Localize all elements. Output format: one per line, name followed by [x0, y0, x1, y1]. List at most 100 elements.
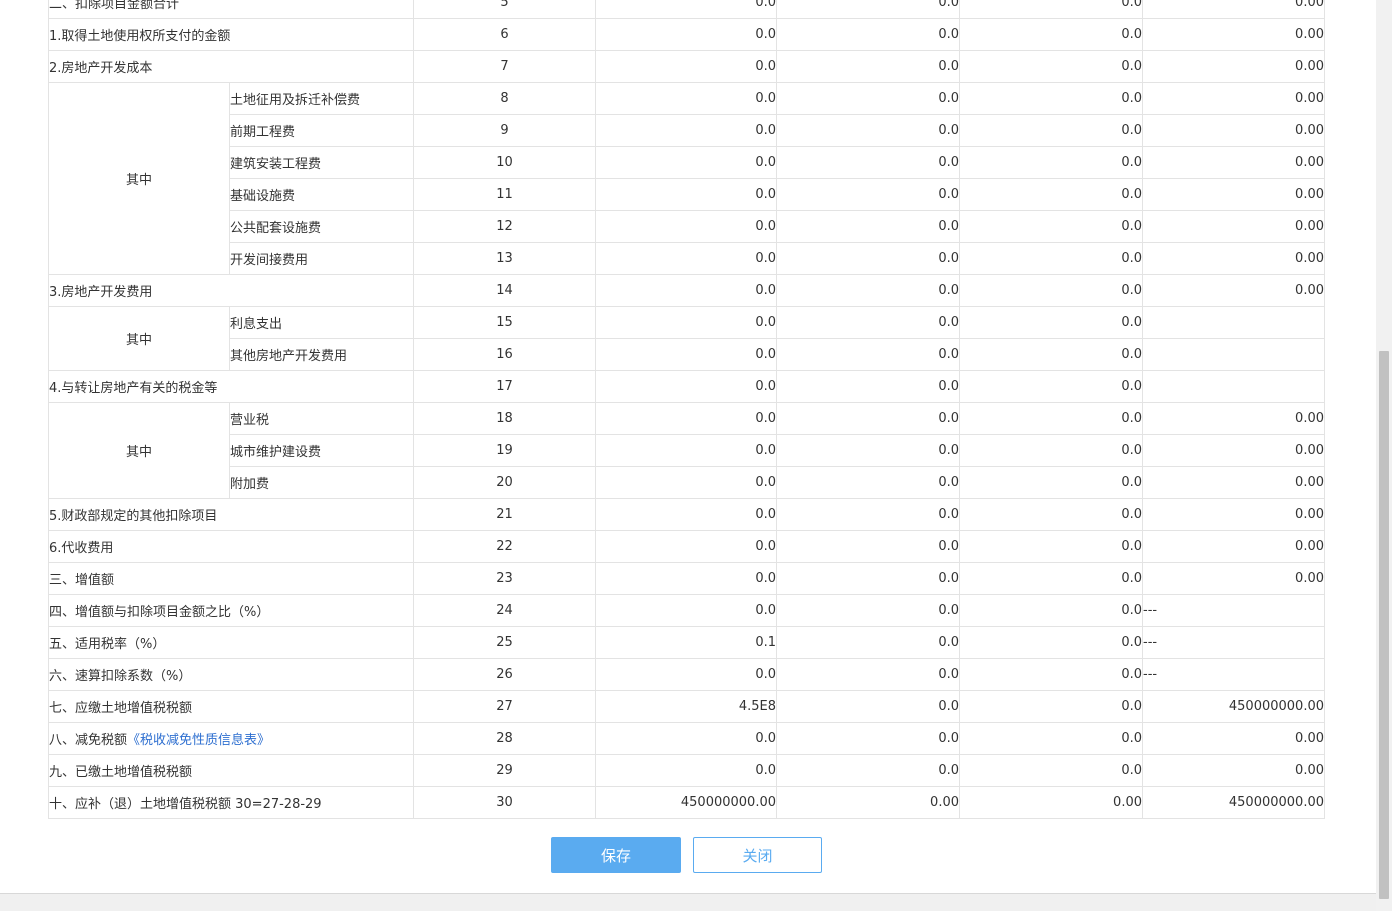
value-cell[interactable]: 0.0	[959, 658, 1143, 691]
value-cell[interactable]: 0.0	[959, 18, 1143, 51]
value-cell[interactable]: 0.0	[776, 146, 960, 179]
value-cell[interactable]: 0.1	[595, 626, 777, 659]
value-cell[interactable]: 0.0	[959, 178, 1143, 211]
value-cell[interactable]: 0.0	[595, 466, 777, 499]
value-cell[interactable]: 0.0	[959, 434, 1143, 467]
value-cell[interactable]: 0.0	[959, 114, 1143, 147]
value-cell[interactable]: 0.0	[959, 402, 1143, 435]
value-cell[interactable]: 0.00	[959, 786, 1143, 819]
value-cell[interactable]: 0.00	[1142, 722, 1325, 755]
value-cell[interactable]: 0.0	[595, 338, 777, 371]
value-cell[interactable]: 4.5E8	[595, 690, 777, 723]
value-cell[interactable]: 0.0	[776, 498, 960, 531]
value-cell[interactable]: 0.0	[595, 434, 777, 467]
value-cell[interactable]: 0.0	[776, 402, 960, 435]
value-cell[interactable]: 0.0	[959, 594, 1143, 627]
value-cell[interactable]: 450000000.00	[595, 786, 777, 819]
value-cell[interactable]: 0.0	[776, 178, 960, 211]
value-cell[interactable]: 0.00	[1142, 210, 1325, 243]
value-cell[interactable]: 0.00	[1142, 530, 1325, 563]
value-cell[interactable]: 0.0	[595, 754, 777, 787]
value-cell[interactable]: 0.00	[1142, 562, 1325, 595]
value-cell[interactable]: 0.00	[1142, 466, 1325, 499]
value-cell[interactable]: 0.0	[959, 146, 1143, 179]
value-cell[interactable]: 0.0	[595, 594, 777, 627]
value-cell[interactable]: 0.00	[1142, 402, 1325, 435]
value-cell[interactable]: 0.0	[776, 370, 960, 403]
value-cell[interactable]: 0.00	[1142, 82, 1325, 115]
value-cell[interactable]: 0.0	[595, 274, 777, 307]
value-cell[interactable]: 0.0	[959, 754, 1143, 787]
value-cell[interactable]: 0.0	[776, 466, 960, 499]
value-cell[interactable]: 0.0	[595, 0, 777, 19]
close-button[interactable]: 关闭	[693, 837, 822, 873]
value-cell[interactable]: 0.0	[595, 498, 777, 531]
value-cell[interactable]: 0.0	[776, 594, 960, 627]
value-cell[interactable]: 0.0	[959, 498, 1143, 531]
value-cell[interactable]: 0.0	[959, 210, 1143, 243]
vertical-scrollbar[interactable]	[1376, 0, 1392, 911]
value-cell[interactable]: 0.0	[776, 274, 960, 307]
value-cell[interactable]: 0.0	[776, 754, 960, 787]
value-cell[interactable]: 0.0	[595, 530, 777, 563]
value-cell[interactable]: 0.0	[776, 338, 960, 371]
value-cell[interactable]: 0.00	[1142, 242, 1325, 275]
value-cell[interactable]: 0.0	[595, 242, 777, 275]
value-cell[interactable]: 450000000.00	[1142, 690, 1325, 723]
value-cell[interactable]: 0.0	[595, 50, 777, 83]
value-cell[interactable]: 0.00	[1142, 0, 1325, 19]
value-cell[interactable]: 0.0	[776, 242, 960, 275]
value-cell[interactable]: 0.0	[959, 466, 1143, 499]
value-cell[interactable]: 0.0	[776, 114, 960, 147]
value-cell[interactable]: 0.0	[959, 50, 1143, 83]
value-cell[interactable]: 0.0	[959, 338, 1143, 371]
value-cell[interactable]: 0.0	[776, 562, 960, 595]
value-cell[interactable]: 0.00	[1142, 498, 1325, 531]
value-cell[interactable]: 0.0	[776, 530, 960, 563]
value-cell[interactable]: 0.00	[1142, 178, 1325, 211]
value-cell[interactable]: 0.0	[595, 146, 777, 179]
value-cell[interactable]: 0.0	[595, 370, 777, 403]
tax-relief-info-link[interactable]: 《税收减免性质信息表》	[127, 733, 270, 748]
value-cell[interactable]: 0.0	[776, 210, 960, 243]
value-cell[interactable]: 0.0	[959, 274, 1143, 307]
value-cell[interactable]: 0.0	[595, 82, 777, 115]
value-cell[interactable]: 0.0	[776, 722, 960, 755]
value-cell[interactable]: 0.0	[776, 626, 960, 659]
scrollbar-thumb[interactable]	[1379, 351, 1389, 899]
value-cell[interactable]: 0.0	[959, 370, 1143, 403]
value-cell[interactable]: 0.0	[595, 306, 777, 339]
value-cell[interactable]: 0.0	[595, 402, 777, 435]
value-cell[interactable]: 0.0	[959, 306, 1143, 339]
value-cell[interactable]: 0.0	[959, 562, 1143, 595]
value-cell[interactable]: 0.00	[1142, 754, 1325, 787]
value-cell[interactable]: 0.00	[1142, 18, 1325, 51]
value-cell[interactable]: 0.0	[595, 210, 777, 243]
value-cell[interactable]: 0.0	[595, 18, 777, 51]
value-cell[interactable]: 0.0	[776, 658, 960, 691]
value-cell[interactable]: 0.00	[1142, 434, 1325, 467]
value-cell[interactable]: 450000000.00	[1142, 786, 1325, 819]
value-cell[interactable]: 0.0	[776, 50, 960, 83]
value-cell[interactable]: 0.0	[776, 434, 960, 467]
value-cell[interactable]: 0.0	[595, 658, 777, 691]
save-button[interactable]: 保存	[551, 837, 681, 873]
value-cell[interactable]: 0.00	[1142, 274, 1325, 307]
value-cell[interactable]: 0.0	[595, 562, 777, 595]
value-cell[interactable]: 0.0	[776, 690, 960, 723]
value-cell[interactable]: 0.0	[959, 690, 1143, 723]
value-cell[interactable]: 0.0	[776, 0, 960, 19]
value-cell[interactable]: 0.0	[959, 626, 1143, 659]
value-cell[interactable]: 0.0	[959, 530, 1143, 563]
value-cell[interactable]: 0.00	[776, 786, 960, 819]
value-cell[interactable]: 0.0	[959, 722, 1143, 755]
value-cell[interactable]: 0.0	[959, 0, 1143, 19]
value-cell[interactable]: 0.00	[1142, 114, 1325, 147]
value-cell[interactable]: 0.0	[959, 242, 1143, 275]
value-cell[interactable]: 0.0	[776, 82, 960, 115]
value-cell[interactable]: 0.00	[1142, 50, 1325, 83]
value-cell[interactable]: 0.0	[959, 82, 1143, 115]
value-cell[interactable]: 0.0	[595, 722, 777, 755]
value-cell[interactable]: 0.00	[1142, 146, 1325, 179]
value-cell[interactable]: 0.0	[595, 114, 777, 147]
